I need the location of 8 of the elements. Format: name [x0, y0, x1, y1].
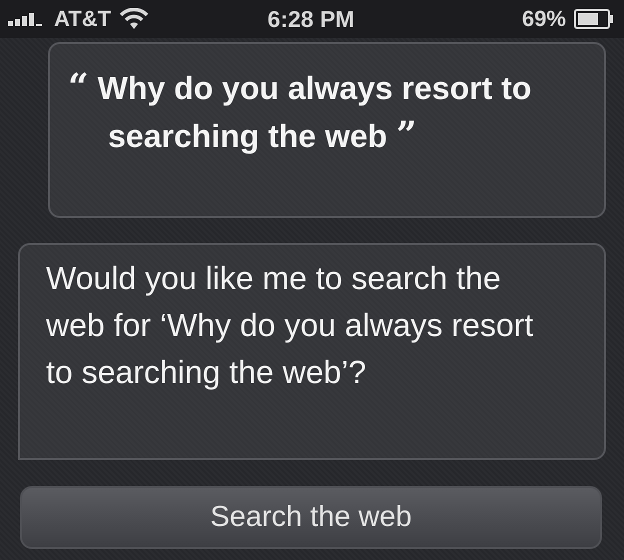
clock-time: 6:28 PM	[268, 6, 354, 32]
wifi-icon	[119, 8, 150, 30]
user-query: “ Why do you always resort to searching the web ”	[68, 65, 532, 158]
battery-percent: 69%	[522, 6, 566, 32]
search-web-button[interactable]: Search the web	[20, 486, 602, 549]
carrier-name: AT&T	[54, 6, 112, 32]
battery-icon	[574, 9, 614, 29]
reply-text: Would you like me to search the web for ‘Why do you always resort to searching the web’?	[46, 259, 534, 392]
